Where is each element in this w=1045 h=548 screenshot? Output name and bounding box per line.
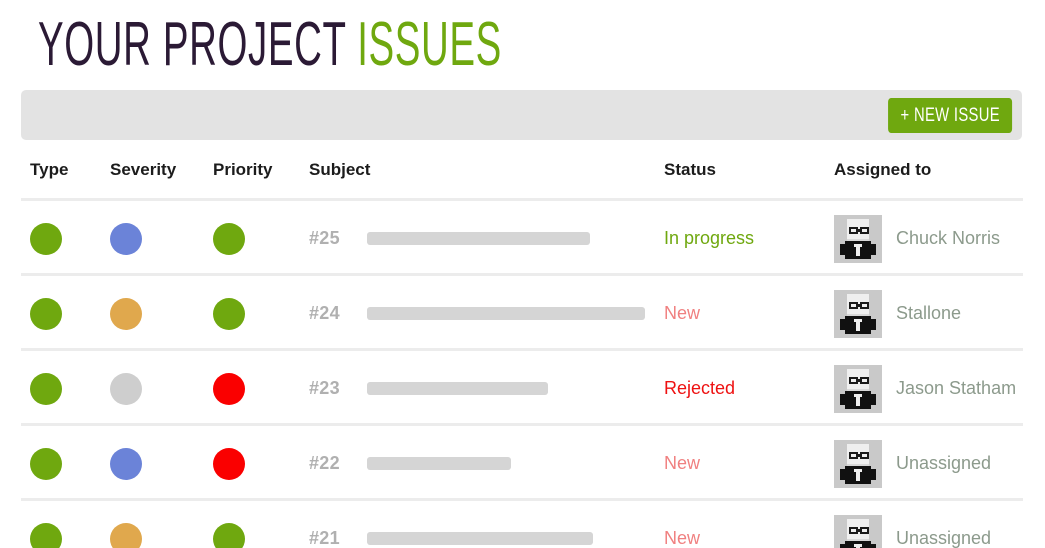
new-issue-button[interactable]: + NEW ISSUE: [887, 98, 1012, 133]
assignee: Jason Statham: [834, 364, 1017, 413]
issue-priority-cell[interactable]: [213, 501, 283, 548]
assignee-name: Unassigned: [896, 528, 992, 548]
issue-status-cell[interactable]: New: [664, 426, 829, 501]
severity-dot-icon: [110, 372, 142, 405]
issue-type-cell[interactable]: [30, 426, 100, 501]
table-header-row: Type Severity Priority Subject Status As…: [21, 160, 1023, 198]
issue-subject-cell[interactable]: #23: [309, 351, 659, 426]
issue-id: #25: [309, 228, 340, 248]
issue-status-cell[interactable]: New: [664, 276, 829, 351]
subject-placeholder-bar: [367, 457, 511, 470]
column-header-assigned-to[interactable]: Assigned to: [834, 160, 931, 180]
assignee: Unassigned: [834, 514, 992, 548]
subject-placeholder-bar: [367, 532, 593, 545]
user-avatar-icon: [834, 364, 882, 413]
page-title-main: YOUR PROJECT: [38, 10, 346, 79]
issue-assignee-cell[interactable]: Unassigned: [834, 426, 1024, 501]
type-dot-icon: [30, 522, 62, 548]
user-avatar-icon: [834, 439, 882, 488]
assignee-name: Chuck Norris: [896, 228, 1001, 248]
type-dot-icon: [30, 447, 62, 480]
issues-toolbar: + NEW ISSUE: [21, 90, 1022, 140]
table-row[interactable]: #25 In progress Chuck Norris: [21, 198, 1023, 273]
assignee: Stallone: [834, 289, 962, 338]
issue-type-cell[interactable]: [30, 501, 100, 548]
assignee-name: Stallone: [896, 303, 962, 323]
issue-subject-cell[interactable]: #22: [309, 426, 659, 501]
issue-assignee-cell[interactable]: Unassigned: [834, 501, 1024, 548]
issue-status-cell[interactable]: In progress: [664, 201, 829, 276]
table-row[interactable]: #21 New Unassigned: [21, 498, 1023, 548]
issue-id: #23: [309, 378, 340, 398]
assignee: Unassigned: [834, 439, 992, 488]
column-header-type[interactable]: Type: [30, 160, 68, 180]
issue-severity-cell[interactable]: [110, 351, 180, 426]
column-header-priority[interactable]: Priority: [213, 160, 273, 180]
issue-id: #22: [309, 453, 340, 473]
page-title-accent: ISSUES: [357, 10, 502, 79]
type-dot-icon: [30, 372, 62, 405]
column-header-severity[interactable]: Severity: [110, 160, 176, 180]
issues-table: Type Severity Priority Subject Status As…: [21, 160, 1023, 548]
column-header-subject[interactable]: Subject: [309, 160, 370, 180]
status-badge: In progress: [664, 228, 755, 248]
issue-priority-cell[interactable]: [213, 201, 283, 276]
assignee-name: Unassigned: [896, 453, 992, 473]
subject-placeholder-bar: [367, 232, 590, 245]
issue-type-cell[interactable]: [30, 276, 100, 351]
issue-subject-cell[interactable]: #24: [309, 276, 659, 351]
assignee: Chuck Norris: [834, 214, 1001, 263]
issue-status-cell[interactable]: New: [664, 501, 829, 548]
type-dot-icon: [30, 297, 62, 330]
table-body: #25 In progress Chuck Norris #24 New Sta…: [21, 198, 1023, 548]
issue-severity-cell[interactable]: [110, 201, 180, 276]
subject-placeholder-bar: [367, 382, 548, 395]
user-avatar-icon: [834, 514, 882, 548]
severity-dot-icon: [110, 222, 142, 255]
issue-assignee-cell[interactable]: Stallone: [834, 276, 1024, 351]
issue-priority-cell[interactable]: [213, 276, 283, 351]
user-avatar-icon: [834, 289, 882, 338]
issue-severity-cell[interactable]: [110, 276, 180, 351]
status-badge: Rejected: [664, 378, 736, 398]
type-dot-icon: [30, 222, 62, 255]
status-badge: New: [664, 303, 701, 323]
priority-dot-icon: [213, 522, 245, 548]
table-row[interactable]: #24 New Stallone: [21, 273, 1023, 348]
issues-page: YOUR PROJECT ISSUES + NEW ISSUE Type Sev…: [0, 0, 1045, 548]
severity-dot-icon: [110, 297, 142, 330]
issue-id: #21: [309, 528, 340, 548]
table-row[interactable]: #22 New Unassigned: [21, 423, 1023, 498]
issue-severity-cell[interactable]: [110, 426, 180, 501]
status-badge: New: [664, 528, 701, 548]
assignee-name: Jason Statham: [896, 378, 1017, 398]
table-row[interactable]: #23 Rejected Jason Statham: [21, 348, 1023, 423]
issue-id: #24: [309, 303, 340, 323]
status-badge: New: [664, 453, 701, 473]
severity-dot-icon: [110, 522, 142, 548]
priority-dot-icon: [213, 222, 245, 255]
priority-dot-icon: [213, 372, 245, 405]
issue-severity-cell[interactable]: [110, 501, 180, 548]
issue-assignee-cell[interactable]: Jason Statham: [834, 351, 1024, 426]
issue-priority-cell[interactable]: [213, 426, 283, 501]
issue-subject-cell[interactable]: #21: [309, 501, 659, 548]
column-header-status[interactable]: Status: [664, 160, 716, 180]
issue-type-cell[interactable]: [30, 201, 100, 276]
priority-dot-icon: [213, 297, 245, 330]
issue-type-cell[interactable]: [30, 351, 100, 426]
priority-dot-icon: [213, 447, 245, 480]
user-avatar-icon: [834, 214, 882, 263]
issue-priority-cell[interactable]: [213, 351, 283, 426]
subject-placeholder-bar: [367, 307, 645, 320]
issue-assignee-cell[interactable]: Chuck Norris: [834, 201, 1024, 276]
severity-dot-icon: [110, 447, 142, 480]
issue-subject-cell[interactable]: #25: [309, 201, 659, 276]
issue-status-cell[interactable]: Rejected: [664, 351, 829, 426]
page-title: YOUR PROJECT ISSUES: [38, 12, 502, 78]
